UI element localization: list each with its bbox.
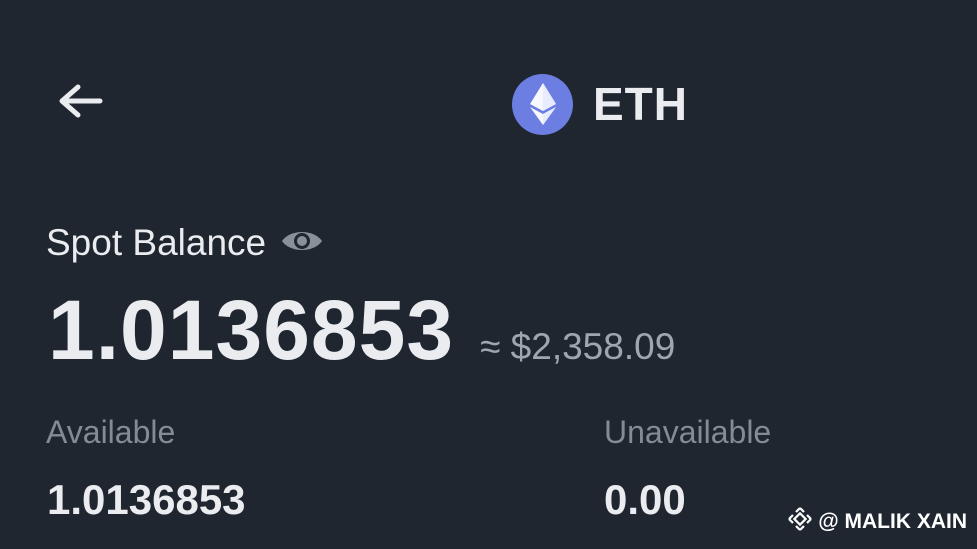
coin-header: ETH [512,72,688,136]
available-value: 1.0136853 [47,476,246,523]
ethereum-icon [512,73,573,135]
balance-fiat-equivalent: ≈ $2,358.09 [480,326,676,367]
unavailable-value: 0.00 [604,476,686,523]
balance-row: 1.0136853 ≈ $2,358.09 [48,282,675,379]
coin-symbol: ETH [593,78,688,130]
toggle-visibility-button[interactable] [280,226,324,260]
balance-label-row: Spot Balance [46,222,324,264]
binance-diamond-icon [788,507,812,537]
watermark: @ MALIK XAIN [788,507,967,537]
back-button[interactable] [52,80,108,126]
watermark-text: @ MALIK XAIN [818,510,967,533]
arrow-left-icon [56,83,104,124]
unavailable-label: Unavailable [604,414,772,450]
available-label: Available [46,414,176,450]
balance-amount: 1.0136853 [48,283,455,377]
eye-icon [280,226,324,261]
spot-balance-label: Spot Balance [46,222,267,263]
